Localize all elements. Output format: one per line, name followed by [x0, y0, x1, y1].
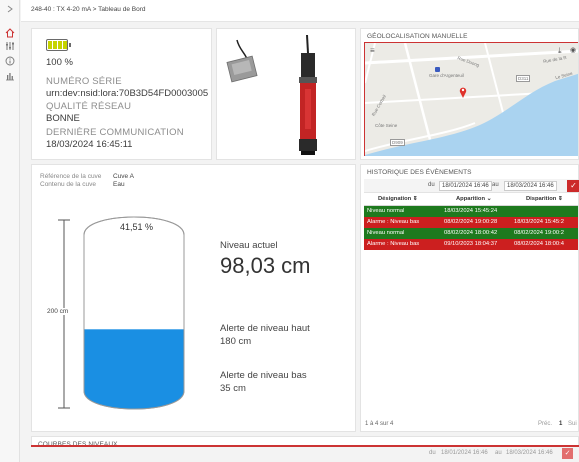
serial-label: NUMÉRO SÉRIE — [46, 76, 122, 87]
event-apparition: 08/02/2024 19:00:28 — [444, 219, 498, 225]
events-page-number[interactable]: 1 — [559, 421, 562, 427]
tank-content: Contenu de la cuve Eau — [40, 181, 125, 188]
table-row[interactable]: Niveau normal 18/03/2024 15:45:24 — [364, 206, 578, 217]
battery-segment — [62, 41, 63, 49]
curves-filter-strip: du 18/01/2024 16:46 au 18/03/2024 16:46 … — [31, 445, 579, 462]
events-title: HISTORIQUE DES ÉVÈNEMENTS — [367, 169, 472, 176]
curves-apply-check-icon[interactable]: ✓ — [562, 448, 573, 459]
lastcomm-value: 18/03/2024 16:45:11 — [46, 139, 133, 150]
low-alert-value: 35 cm — [220, 383, 246, 394]
train-station-icon — [435, 67, 440, 72]
map-menu-icon[interactable]: ≡ — [370, 46, 375, 55]
events-table: Désignation ⇕ Apparition ⌄ Disparition ⇕… — [364, 194, 578, 250]
tank-content-value: Eau — [113, 181, 125, 188]
event-apparition: 18/03/2024 15:45:24 — [444, 208, 498, 214]
battery-percent: 100 % — [46, 57, 73, 68]
table-row[interactable]: Alarme : Niveau bas 08/02/2024 19:00:28 18… — [364, 217, 578, 228]
tank-content-label: Contenu de la cuve — [40, 181, 97, 188]
map-label-road: D311 — [516, 75, 531, 82]
chevron-right-icon[interactable] — [4, 3, 16, 15]
location-pin-icon[interactable] — [459, 86, 467, 98]
network-label: QUALITÉ RÉSEAU — [46, 101, 132, 112]
current-level-value: 98,03 cm — [220, 253, 311, 278]
event-designation: Alarme : Niveau bas — [367, 219, 420, 225]
curves-to-input[interactable]: 18/03/2024 16:46 — [506, 450, 553, 456]
battery-segment — [57, 41, 58, 49]
map-view[interactable]: ≡ ⤓ ◉ Rue Duong Rue de la R Gare d'Argen… — [364, 42, 578, 156]
col-designation[interactable]: Désignation ⇕ — [378, 196, 418, 202]
breadcrumb: 248-40 : TX 4-20 mA > Tableau de Bord — [21, 0, 579, 22]
home-icon[interactable] — [4, 27, 16, 39]
fill-percent: 41,51 % — [120, 222, 154, 232]
chart-bars-icon[interactable] — [4, 70, 16, 82]
event-apparition: 08/02/2024 18:00:42 — [444, 230, 498, 236]
events-count: 1 à 4 sur 4 — [365, 421, 394, 427]
event-disparition: 08/02/2024 19:00:2 — [514, 230, 564, 236]
tank-height-label: 200 cm — [46, 308, 70, 315]
curves-from-input[interactable]: 18/01/2024 16:46 — [441, 450, 488, 456]
event-disparition: 08/02/2024 18:00:4 — [514, 241, 564, 247]
events-next-button[interactable]: Sui — [568, 421, 577, 427]
sensor-box-icon — [226, 39, 258, 83]
event-disparition: 18/03/2024 15:45:2 — [514, 219, 564, 225]
event-designation: Niveau normal — [367, 208, 405, 214]
info-icon[interactable] — [4, 55, 16, 67]
events-table-header: Désignation ⇕ Apparition ⌄ Disparition ⇕ — [364, 194, 578, 206]
network-value: BONNE — [46, 113, 80, 124]
event-designation: Niveau normal — [367, 230, 405, 236]
low-alert-label: Alerte de niveau bas — [220, 370, 307, 381]
level-probe-icon — [299, 34, 317, 155]
serial-value: urn:dev:nsid:lora:70B3D54FD0003005 — [46, 88, 209, 99]
event-apparition: 09/10/2023 18:04:37 — [444, 241, 498, 247]
events-from-label: du — [428, 182, 435, 188]
left-rail — [0, 0, 20, 462]
tank-ref-label: Référence de la cuve — [40, 173, 102, 180]
map-label-road: D909 — [390, 139, 405, 146]
events-from-input[interactable]: 18/01/2024 16:46 — [439, 181, 492, 191]
col-apparition[interactable]: Apparition ⌄ — [456, 196, 491, 202]
high-alert-value: 180 cm — [220, 336, 252, 347]
battery-segment — [52, 41, 53, 49]
current-level-label: Niveau actuel — [220, 240, 278, 251]
events-to-input[interactable]: 18/03/2024 16:46 — [504, 181, 557, 191]
geolocation-card: GÉOLOCALISATION MANUELLE ≡ ⤓ ◉ Rue Duong… — [360, 28, 579, 160]
sensor-image — [226, 34, 317, 155]
tank-card: Référence de la cuve Cuve A Contenu de l… — [31, 164, 356, 432]
breadcrumb-text[interactable]: 248-40 : TX 4-20 mA > Tableau de Bord — [31, 6, 146, 13]
app-root: 248-40 : TX 4-20 mA > Tableau de Bord 10… — [0, 0, 579, 462]
events-prev-button[interactable]: Préc. — [538, 421, 552, 427]
table-row[interactable]: Alarme : Niveau bas 09/10/2023 18:04:37 08… — [364, 239, 578, 250]
map-label-park: Côte Seine — [375, 123, 398, 128]
tank-ref: Référence de la cuve Cuve A — [40, 173, 134, 180]
lastcomm-label: DERNIÈRE COMMUNICATION — [46, 127, 184, 138]
sliders-icon[interactable] — [4, 40, 16, 52]
map-eye-icon[interactable]: ◉ — [570, 46, 576, 54]
events-table-body: Niveau normal 18/03/2024 15:45:24 Alarme :… — [364, 206, 578, 250]
events-apply-check-icon[interactable]: ✓ — [567, 180, 579, 192]
high-alert-label: Alerte de niveau haut — [220, 323, 310, 334]
col-disparition[interactable]: Disparition ⇕ — [526, 196, 563, 202]
device-image-card — [216, 28, 356, 160]
map-label-station: Gare d'Argenteuil — [429, 73, 464, 78]
events-date-filter: du 18/01/2024 16:46 au 18/03/2024 16:46 … — [364, 179, 579, 193]
battery-icon — [46, 39, 71, 51]
table-row[interactable]: Niveau normal 08/02/2024 18:00:42 08/02/20… — [364, 228, 578, 239]
device-info-card: 100 % NUMÉRO SÉRIE urn:dev:nsid:lora:70B… — [31, 28, 212, 160]
events-to-label: au — [492, 182, 499, 188]
curves-from-label: du — [429, 450, 436, 456]
tank-ref-value: Cuve A — [113, 173, 134, 180]
event-designation: Alarme : Niveau bas — [367, 241, 420, 247]
geolocation-title: GÉOLOCALISATION MANUELLE — [367, 33, 468, 40]
events-card: HISTORIQUE DES ÉVÈNEMENTS du 18/01/2024 … — [360, 164, 579, 432]
tank-water-fill — [84, 329, 184, 409]
curves-to-label: au — [495, 450, 502, 456]
map-download-icon[interactable]: ⤓ — [558, 46, 562, 56]
tank-vessel — [83, 216, 185, 410]
